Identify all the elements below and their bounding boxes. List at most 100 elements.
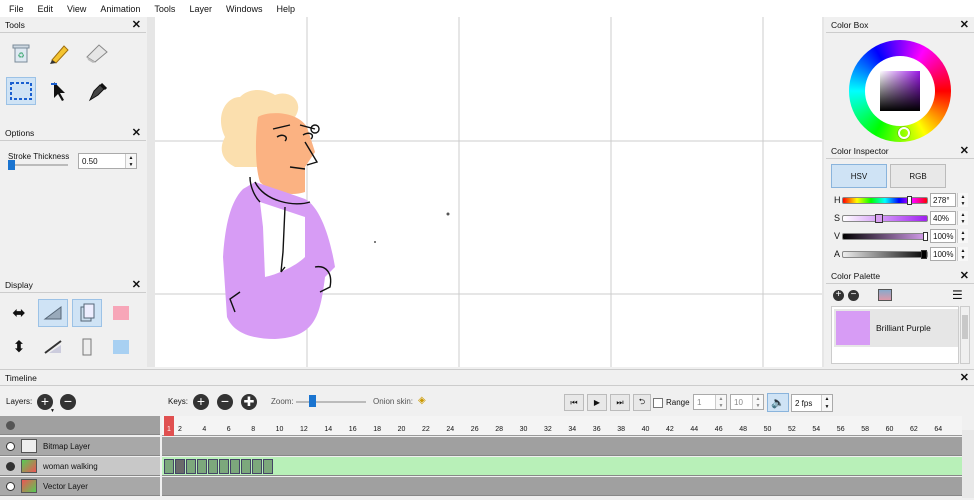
drawing-canvas[interactable] <box>155 17 822 367</box>
value-value[interactable]: 100% <box>930 229 956 243</box>
value-spin[interactable]: ▲ ▼ <box>957 229 968 243</box>
layer-name[interactable]: woman walking <box>43 462 98 471</box>
menu-view[interactable]: View <box>60 4 93 14</box>
close-icon[interactable]: ✕ <box>960 269 969 282</box>
onion-skin-toggle[interactable] <box>72 299 102 327</box>
visibility-on-icon[interactable] <box>6 461 15 471</box>
color-overlay-toggle[interactable] <box>106 299 136 327</box>
menu-layer[interactable]: Layer <box>182 4 219 14</box>
layer-row[interactable]: Bitmap Layer <box>0 437 160 456</box>
close-icon[interactable]: ✕ <box>132 18 141 31</box>
play-button[interactable]: ▶ <box>587 394 607 411</box>
fps-input[interactable]: 2 fps ▲ ▼ <box>791 394 833 412</box>
range-checkbox[interactable] <box>653 398 663 408</box>
close-icon[interactable]: ✕ <box>132 278 141 291</box>
remove-layer-icon[interactable]: − <box>60 394 76 410</box>
pen-tool[interactable] <box>82 77 112 105</box>
alpha-spin[interactable]: ▲ ▼ <box>957 247 968 261</box>
palette-swatch-item[interactable]: Brilliant Purple <box>834 309 958 347</box>
stroke-thickness-input[interactable]: 0.50 ▲ ▼ <box>78 153 137 169</box>
layer-name[interactable]: Vector Layer <box>43 482 88 491</box>
saturation-value-square[interactable] <box>880 71 920 111</box>
duplicate-key-icon[interactable]: ✚ <box>241 394 257 410</box>
value-slider[interactable] <box>842 231 928 241</box>
menu-file[interactable]: File <box>2 4 31 14</box>
add-color-icon[interactable]: + <box>833 290 844 301</box>
remove-color-icon[interactable]: − <box>848 290 859 301</box>
keyframe-cell[interactable] <box>263 459 273 474</box>
saturation-value[interactable]: 40% <box>930 211 956 225</box>
frame-track[interactable] <box>162 437 962 456</box>
hue-value[interactable]: 278° <box>930 193 956 207</box>
tab-hsv[interactable]: HSV <box>831 164 887 188</box>
clear-tool[interactable]: ♻ <box>6 39 36 67</box>
frame-track[interactable] <box>162 477 962 496</box>
saturation-slider-handle[interactable] <box>875 213 883 223</box>
palette-scrollbar[interactable] <box>960 306 970 364</box>
menu-animation[interactable]: Animation <box>93 4 147 14</box>
sound-toggle[interactable]: 🔈 <box>767 393 789 412</box>
visibility-all-icon[interactable] <box>6 420 15 430</box>
eraser-tool[interactable] <box>82 39 112 67</box>
spin-arrows[interactable]: ▲ ▼ <box>125 154 136 168</box>
stroke-slider-handle[interactable] <box>8 160 15 170</box>
saturation-spin[interactable]: ▲ ▼ <box>957 211 968 225</box>
stroke-slider-track[interactable] <box>8 164 68 166</box>
outline-toggle[interactable] <box>38 333 68 361</box>
keyframe-cell[interactable] <box>230 459 240 474</box>
hue-slider[interactable] <box>842 195 928 205</box>
close-icon[interactable]: ✕ <box>960 18 969 31</box>
prev-frame-button[interactable]: ⏮ <box>564 394 584 411</box>
dropdown-caret-icon[interactable]: ▼ <box>50 408 55 414</box>
keyframe-cell[interactable] <box>197 459 207 474</box>
keyframe-cell[interactable] <box>241 459 251 474</box>
value-slider-handle[interactable] <box>923 231 928 241</box>
timeline-scrollbar[interactable] <box>962 430 974 498</box>
layer-row[interactable]: Vector Layer <box>0 477 160 496</box>
frame-ruler[interactable]: 1 2 4 6 8 10 12 14 16 18 20 22 24 26 28 30 32 34 36 38 40 42… <box>162 416 962 436</box>
keyframe-cell[interactable] <box>186 459 196 474</box>
onion-skin-icon[interactable]: ◈ <box>418 395 426 406</box>
hue-slider-handle[interactable] <box>907 195 912 205</box>
flip-vertical-button[interactable]: ⬍ <box>4 333 34 361</box>
remove-key-icon[interactable]: − <box>217 394 233 410</box>
loop-button[interactable]: ⮌ <box>633 394 651 411</box>
visibility-off-icon[interactable] <box>6 481 15 491</box>
blue-overlay-toggle[interactable] <box>106 333 136 361</box>
pencil-tool[interactable] <box>44 39 74 67</box>
layer-name[interactable]: Bitmap Layer <box>43 442 90 451</box>
alpha-slider-handle[interactable] <box>921 249 927 259</box>
menu-lines-icon[interactable]: ☰ <box>952 288 963 302</box>
alpha-slider[interactable] <box>842 249 928 259</box>
layer-row[interactable]: woman walking <box>0 457 160 476</box>
frame-track[interactable] <box>162 457 962 476</box>
hue-marker[interactable] <box>898 127 910 139</box>
visibility-off-icon[interactable] <box>6 441 15 451</box>
hue-spin[interactable]: ▲ ▼ <box>957 193 968 207</box>
alpha-value[interactable]: 100% <box>930 247 956 261</box>
menu-help[interactable]: Help <box>269 4 302 14</box>
zoom-slider-track[interactable] <box>296 401 366 403</box>
menu-windows[interactable]: Windows <box>219 4 270 14</box>
keyframe-cell[interactable] <box>219 459 229 474</box>
add-key-icon[interactable]: + <box>193 394 209 410</box>
close-icon[interactable]: ✕ <box>960 144 969 157</box>
close-icon[interactable]: ✕ <box>960 371 969 384</box>
show-grid-toggle[interactable] <box>38 299 68 327</box>
select-tool[interactable] <box>6 77 36 105</box>
menu-edit[interactable]: Edit <box>31 4 61 14</box>
zoom-slider-handle[interactable] <box>309 395 316 407</box>
palette-image-icon[interactable] <box>878 289 892 301</box>
keyframe-cell[interactable] <box>175 459 185 474</box>
menu-tools[interactable]: Tools <box>147 4 182 14</box>
keyframe-cell[interactable] <box>252 459 262 474</box>
current-frame-marker[interactable]: 1 <box>164 416 174 436</box>
keyframe-cell[interactable] <box>208 459 218 474</box>
onion-prev-toggle[interactable] <box>72 333 102 361</box>
close-icon[interactable]: ✕ <box>132 126 141 139</box>
move-tool[interactable] <box>44 77 74 105</box>
saturation-slider[interactable] <box>842 213 928 223</box>
keyframe-cell[interactable] <box>164 459 174 474</box>
range-end-input[interactable]: 10 ▲ ▼ <box>730 394 764 410</box>
tab-rgb[interactable]: RGB <box>890 164 946 188</box>
